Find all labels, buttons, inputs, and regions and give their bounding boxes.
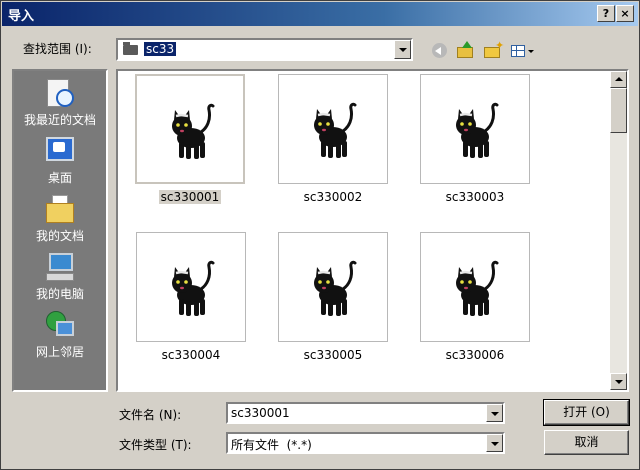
- file-thumbnail: [278, 232, 388, 342]
- back-button[interactable]: [430, 41, 450, 61]
- filename-value: sc330001: [231, 406, 290, 420]
- place-label: 我的电脑: [35, 287, 84, 301]
- help-button[interactable]: ?: [597, 5, 615, 22]
- file-thumbnail: [136, 232, 246, 342]
- scroll-thumb[interactable]: [610, 88, 627, 133]
- scroll-up-button[interactable]: [610, 71, 627, 88]
- file-name: sc330001: [158, 190, 222, 204]
- place-network[interactable]: 网上邻居: [14, 309, 106, 360]
- cancel-button[interactable]: 取消: [544, 430, 629, 455]
- my-computer-icon: [44, 251, 76, 283]
- chevron-down-icon[interactable]: [486, 404, 503, 422]
- filetype-label: 文件类型 (T):: [119, 438, 192, 452]
- place-my-docs[interactable]: 我的文档: [14, 193, 106, 244]
- file-thumbnail: [278, 74, 388, 184]
- black-cat-image: [454, 260, 499, 318]
- filename-combo[interactable]: sc330001: [226, 402, 505, 424]
- places-bar: 我最近的文档 桌面 我的文档 我的电脑 网上邻居: [12, 69, 108, 392]
- file-thumbnail: [420, 232, 530, 342]
- file-list[interactable]: sc330001 sc330002 sc330003 sc330004 sc33…: [116, 69, 629, 392]
- file-thumbnail: [135, 74, 245, 184]
- file-name: sc330004: [161, 348, 221, 362]
- folder-icon: [123, 42, 138, 55]
- chevron-down-icon[interactable]: [394, 40, 411, 59]
- file-name: sc330006: [445, 348, 505, 362]
- scroll-down-button[interactable]: [610, 373, 627, 390]
- black-cat-image: [170, 103, 215, 161]
- close-button[interactable]: ×: [616, 5, 634, 22]
- file-name: sc330003: [445, 190, 505, 204]
- black-cat-image: [312, 102, 357, 160]
- lookin-label: 查找范围 (I):: [23, 42, 92, 56]
- recent-docs-icon: [44, 77, 76, 109]
- file-name: sc330002: [303, 190, 363, 204]
- black-cat-image: [312, 260, 357, 318]
- chevron-down-icon: [528, 50, 534, 53]
- new-folder-button[interactable]: ✦: [483, 39, 505, 61]
- lookin-combo[interactable]: sc33: [116, 38, 413, 61]
- up-one-level-button[interactable]: [456, 41, 476, 61]
- place-label: 桌面: [47, 171, 72, 185]
- window-title: 导入: [8, 9, 35, 24]
- filetype-combo[interactable]: 所有文件 (*.*): [226, 432, 505, 454]
- sparkle-icon: ✦: [495, 39, 505, 52]
- back-arrow-icon: [432, 43, 447, 58]
- up-arrow-icon: [462, 41, 472, 48]
- place-label: 我最近的文档: [23, 113, 96, 127]
- file-thumbnail: [420, 74, 530, 184]
- folder-up-icon: [457, 47, 473, 58]
- chevron-down-icon[interactable]: [486, 434, 503, 452]
- black-cat-image: [454, 102, 499, 160]
- place-label: 我的文档: [35, 229, 84, 243]
- network-icon: [44, 309, 76, 341]
- view-grid-icon: [511, 45, 525, 57]
- title-bar[interactable]: 导入 ? ×: [2, 2, 638, 26]
- import-dialog: 导入 ? × 查找范围 (I): sc33 ✦ 我最近的文档 桌面 我的文档 我…: [0, 0, 640, 470]
- place-desktop[interactable]: 桌面: [14, 135, 106, 186]
- view-menu-button[interactable]: [510, 41, 536, 61]
- lookin-value: sc33: [144, 42, 177, 56]
- filename-label: 文件名 (N):: [119, 408, 182, 422]
- vertical-scrollbar[interactable]: [610, 71, 627, 390]
- filetype-value: 所有文件 (*.*): [231, 438, 312, 452]
- file-name: sc330005: [303, 348, 363, 362]
- open-button[interactable]: 打开 (O): [543, 399, 630, 426]
- place-label: 网上邻居: [35, 345, 84, 359]
- black-cat-image: [170, 260, 215, 318]
- place-recent-docs[interactable]: 我最近的文档: [14, 77, 106, 128]
- my-docs-icon: [44, 193, 76, 225]
- desktop-icon: [44, 135, 76, 167]
- place-my-computer[interactable]: 我的电脑: [14, 251, 106, 302]
